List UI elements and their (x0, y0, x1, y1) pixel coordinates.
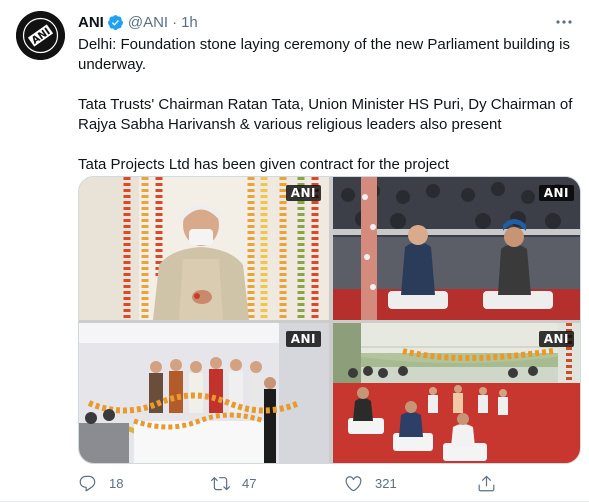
retweet-button[interactable]: 47 (211, 474, 344, 493)
reply-count: 18 (109, 475, 124, 491)
avatar[interactable]: ANI (16, 11, 65, 60)
tweet-paragraph: Delhi: Foundation stone laying ceremony … (78, 36, 570, 73)
watermark: ANI (285, 331, 321, 347)
photo-tent-venue[interactable]: ANI (333, 323, 580, 463)
author-name[interactable]: ANI (78, 14, 104, 31)
tweet-actions: 18 47 321 (78, 470, 528, 496)
tweet-paragraph: Tata Trusts' Chairman Ratan Tata, Union … (78, 96, 573, 133)
like-count: 321 (375, 475, 397, 491)
ani-logo: ANI (16, 11, 65, 60)
verified-badge-icon (107, 14, 124, 31)
retweet-icon (211, 476, 230, 490)
retweet-count: 47 (242, 475, 257, 491)
watermark: ANI (538, 185, 574, 201)
tweet-header: ANI @ANI · 1h (78, 12, 198, 32)
photo-seated-guests[interactable]: ANI (333, 177, 580, 320)
tweet[interactable]: ANI ANI @ANI · 1h Delhi: Foundation ston… (0, 0, 589, 502)
media-grid: ANI ANI ANI ANI (78, 176, 581, 464)
photo-pm-ceremony[interactable]: ANI (79, 177, 329, 320)
photo-stage-flowers[interactable]: ANI (79, 323, 329, 463)
share-icon (478, 475, 495, 491)
more-options-icon[interactable] (553, 14, 575, 30)
like-icon (345, 475, 362, 491)
tweet-time[interactable]: 1h (181, 14, 198, 31)
watermark: ANI (285, 185, 321, 201)
reply-icon (79, 475, 96, 491)
share-button[interactable] (477, 474, 508, 493)
like-button[interactable]: 321 (344, 474, 477, 493)
watermark: ANI (538, 331, 574, 347)
tweet-text: Delhi: Foundation stone laying ceremony … (78, 35, 573, 175)
separator-dot: · (172, 13, 178, 31)
author-handle[interactable]: @ANI (128, 14, 168, 31)
tweet-paragraph: Tata Projects Ltd has been given contrac… (78, 156, 450, 173)
reply-button[interactable]: 18 (78, 474, 211, 493)
